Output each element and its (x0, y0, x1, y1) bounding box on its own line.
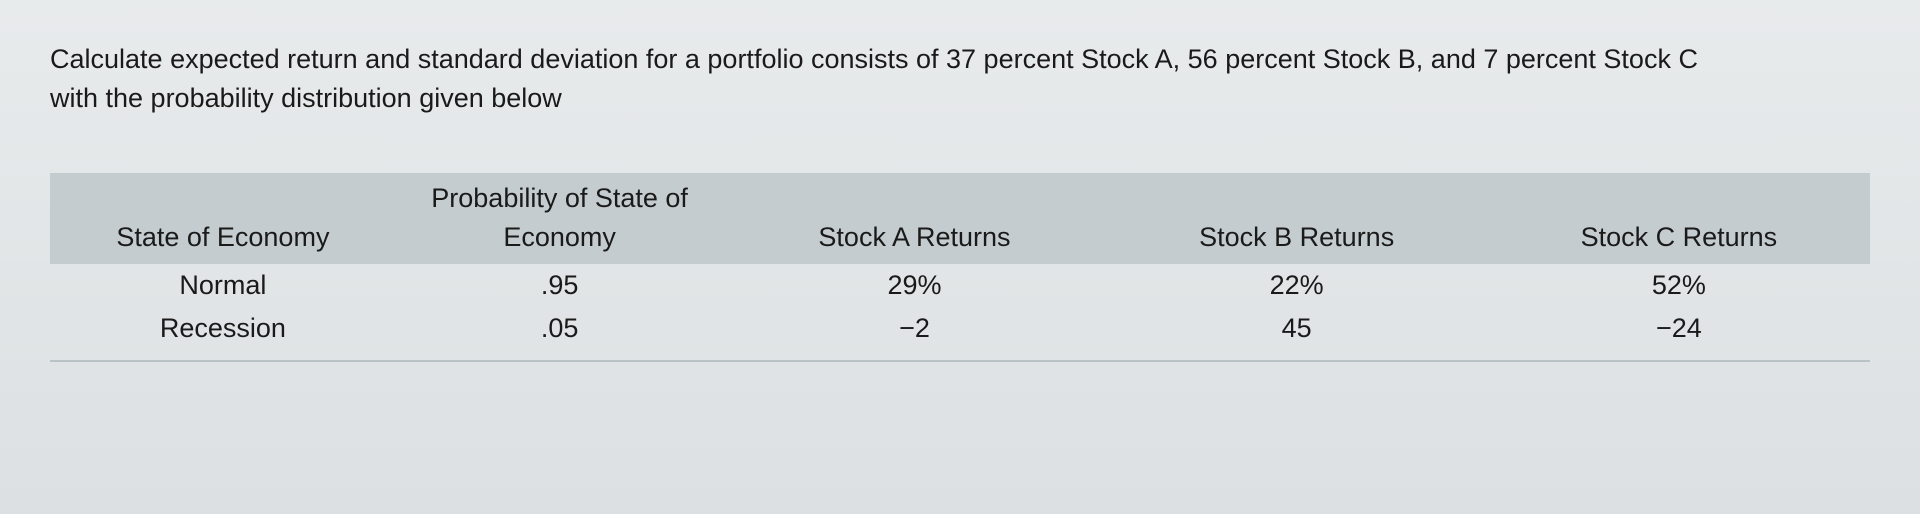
header-state: State of Economy (50, 173, 396, 263)
cell-probability: .05 (396, 307, 724, 350)
cell-stock-c: −24 (1488, 307, 1870, 350)
cell-stock-b: 45 (1106, 307, 1488, 350)
cell-stock-b: 22% (1106, 264, 1488, 307)
probability-table: State of Economy Probability of State of… (50, 173, 1870, 350)
header-stock-b: Stock B Returns (1106, 173, 1488, 263)
table-row: Normal .95 29% 22% 52% (50, 264, 1870, 307)
cell-state: Recession (50, 307, 396, 350)
table-header-row: State of Economy Probability of State of… (50, 173, 1870, 263)
cell-stock-a: −2 (723, 307, 1105, 350)
question-text: Calculate expected return and standard d… (50, 40, 1700, 118)
table-row: Recession .05 −2 45 −24 (50, 307, 1870, 350)
header-probability: Probability of State of Economy (396, 173, 724, 263)
data-table-container: State of Economy Probability of State of… (50, 173, 1870, 362)
cell-stock-a: 29% (723, 264, 1105, 307)
cell-probability: .95 (396, 264, 724, 307)
header-stock-c: Stock C Returns (1488, 173, 1870, 263)
header-stock-a: Stock A Returns (723, 173, 1105, 263)
cell-state: Normal (50, 264, 396, 307)
cell-stock-c: 52% (1488, 264, 1870, 307)
